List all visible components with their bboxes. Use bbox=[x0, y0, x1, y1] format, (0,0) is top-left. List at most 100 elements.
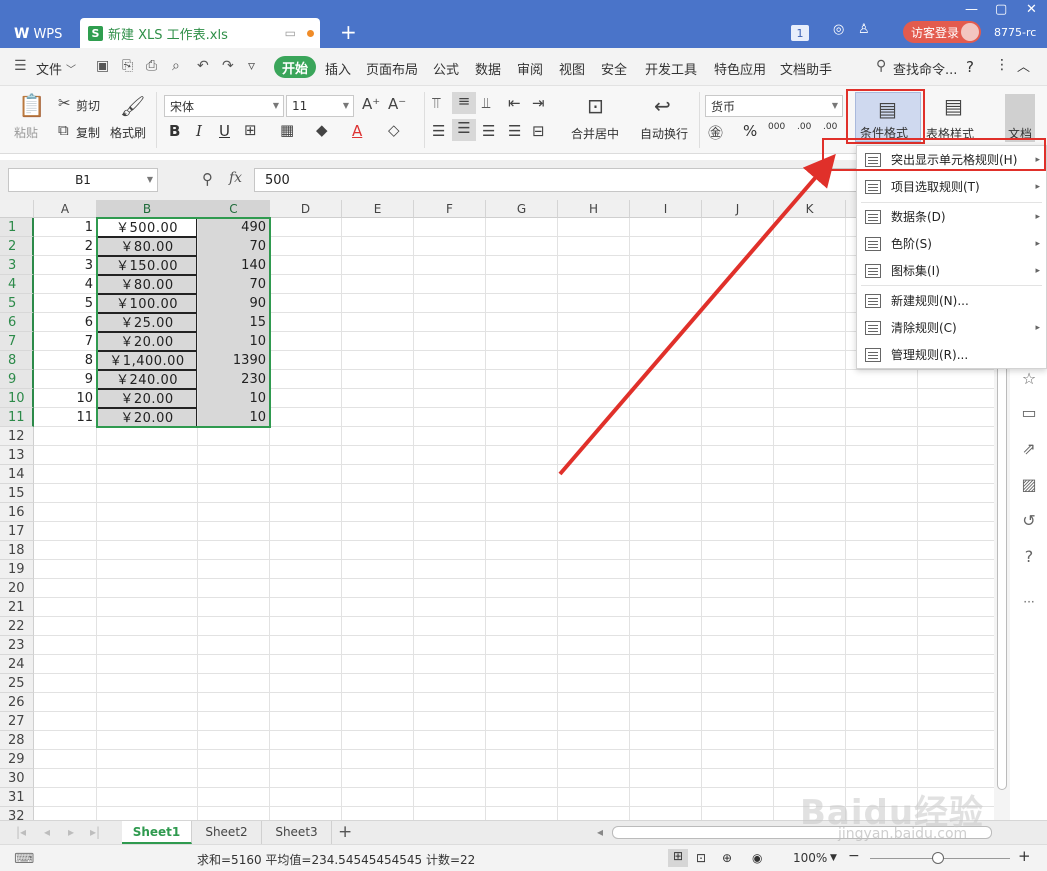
cell-c[interactable]: 230 bbox=[198, 370, 269, 389]
cell-b[interactable]: ￥80.00 bbox=[97, 275, 197, 294]
row-header[interactable]: 19 bbox=[0, 560, 34, 579]
cut-icon[interactable]: ✂ bbox=[58, 94, 71, 112]
skin-icon[interactable]: ◎ bbox=[833, 22, 844, 37]
column-header-e[interactable]: E bbox=[342, 200, 414, 218]
cell-b[interactable]: ￥1,400.00 bbox=[97, 351, 197, 370]
row-header[interactable]: 8 bbox=[0, 351, 34, 370]
wps-home-tab[interactable]: W WPS bbox=[4, 20, 76, 48]
row-header[interactable]: 24 bbox=[0, 655, 34, 674]
select-all-corner[interactable] bbox=[0, 200, 34, 218]
row-header[interactable]: 16 bbox=[0, 503, 34, 522]
cf-top-bottom-rules[interactable]: 项目选取规则(T) ▸ bbox=[857, 173, 1046, 200]
bold-button[interactable]: B bbox=[169, 122, 180, 140]
cell-b[interactable]: ￥150.00 bbox=[97, 256, 197, 275]
share-out-icon[interactable]: ⇗ bbox=[1018, 439, 1040, 461]
cf-new-rule[interactable]: 新建规则(N)... bbox=[857, 287, 1046, 314]
highlight-icon[interactable]: ◆ bbox=[316, 121, 328, 139]
cell-a[interactable]: 8 bbox=[34, 351, 96, 370]
tab-count-badge[interactable]: 1 bbox=[791, 25, 809, 41]
menu-data[interactable]: 数据 bbox=[475, 59, 501, 78]
cell-b[interactable]: ￥20.00 bbox=[97, 408, 197, 427]
row-header[interactable]: 10 bbox=[0, 389, 34, 408]
row-header[interactable]: 6 bbox=[0, 313, 34, 332]
cell-b[interactable]: ￥20.00 bbox=[97, 389, 197, 408]
row-header[interactable]: 25 bbox=[0, 674, 34, 693]
cell-b[interactable]: ￥100.00 bbox=[97, 294, 197, 313]
row-header[interactable]: 15 bbox=[0, 484, 34, 503]
tab-screen-icon[interactable]: ▭ bbox=[285, 26, 296, 40]
minimize-icon[interactable]: — bbox=[965, 2, 978, 17]
cell-c[interactable]: 70 bbox=[198, 275, 269, 294]
cell-a[interactable]: 7 bbox=[34, 332, 96, 351]
row-header[interactable]: 11 bbox=[0, 408, 34, 427]
distributed-icon[interactable]: ⊟ bbox=[532, 122, 545, 140]
row-header[interactable]: 1 bbox=[0, 218, 34, 237]
share-icon[interactable]: ⎘ bbox=[122, 58, 133, 74]
column-header-h[interactable]: H bbox=[558, 200, 630, 218]
align-right-icon[interactable]: ☰ bbox=[482, 122, 495, 140]
cf-color-scales[interactable]: 色阶(S) ▸ bbox=[857, 230, 1046, 257]
column-header-b[interactable]: B bbox=[97, 200, 198, 218]
row-header[interactable]: 21 bbox=[0, 598, 34, 617]
cell-c[interactable]: 10 bbox=[198, 408, 269, 427]
scroll-left-icon[interactable]: ◂ bbox=[597, 825, 603, 839]
border-icon[interactable]: ⊞ bbox=[244, 121, 257, 139]
column-header-a[interactable]: A bbox=[34, 200, 97, 218]
help-circle-icon[interactable]: ? bbox=[1018, 547, 1040, 569]
cf-icon-sets[interactable]: 图标集(I) ▸ bbox=[857, 257, 1046, 284]
add-sheet-button[interactable]: + bbox=[338, 822, 352, 842]
image-icon[interactable]: ▨ bbox=[1018, 475, 1040, 497]
star-icon[interactable]: ☆ bbox=[1018, 369, 1040, 391]
cell-b[interactable]: ￥25.00 bbox=[97, 313, 197, 332]
print-icon[interactable]: ⎙ bbox=[146, 58, 157, 74]
redo-icon[interactable]: ↷ bbox=[222, 58, 234, 74]
cell-a[interactable]: 1 bbox=[34, 218, 96, 237]
maximize-icon[interactable]: ▢ bbox=[995, 2, 1007, 17]
row-header[interactable]: 28 bbox=[0, 731, 34, 750]
font-name-select[interactable]: 宋体 ▼ bbox=[164, 95, 284, 117]
currency-icon[interactable]: ㊎ bbox=[708, 122, 723, 143]
cell-c[interactable]: 140 bbox=[198, 256, 269, 275]
menu-review[interactable]: 审阅 bbox=[517, 59, 543, 78]
cell-c[interactable]: 1390 bbox=[198, 351, 269, 370]
merge-center-button[interactable]: 合并居中 bbox=[571, 125, 619, 142]
help-icon[interactable]: ? bbox=[966, 58, 974, 76]
login-button[interactable]: 访客登录 bbox=[903, 21, 981, 43]
spreadsheet-grid[interactable]: A B C D E F G H I J K 1 2 3 4 5 6 7 8 9 10 11 12 13 1… bbox=[0, 200, 994, 820]
close-icon[interactable]: ✕ bbox=[1026, 2, 1037, 17]
menu-developer[interactable]: 开发工具 bbox=[645, 59, 697, 78]
zoom-dropdown-icon[interactable]: ▼ bbox=[830, 853, 837, 863]
row-header[interactable]: 12 bbox=[0, 427, 34, 446]
page-break-view-icon[interactable]: ⊡ bbox=[696, 851, 706, 865]
more-icon[interactable]: ⋮ bbox=[995, 57, 1009, 73]
table-style-icon[interactable]: ▤ bbox=[944, 94, 963, 118]
cell-b[interactable]: ￥240.00 bbox=[97, 370, 197, 389]
normal-view-icon[interactable]: ⊞ bbox=[668, 849, 688, 867]
cf-clear-rules[interactable]: 清除规则(C) ▸ bbox=[857, 314, 1046, 341]
copy-icon[interactable]: ⧉ bbox=[58, 121, 69, 139]
cell-a[interactable]: 4 bbox=[34, 275, 96, 294]
paste-button[interactable]: 粘贴 bbox=[14, 124, 38, 141]
decrease-font-icon[interactable]: A⁻ bbox=[388, 95, 406, 113]
italic-button[interactable]: I bbox=[196, 122, 202, 140]
search-icon[interactable]: ⚲ bbox=[876, 58, 886, 74]
undo-icon[interactable]: ↶ bbox=[197, 58, 209, 74]
increase-decimal-button[interactable]: .00 bbox=[797, 122, 811, 132]
more-dots-icon[interactable]: ··· bbox=[1018, 595, 1040, 617]
cf-data-bars[interactable]: 数据条(D) ▸ bbox=[857, 203, 1046, 230]
menu-view[interactable]: 视图 bbox=[559, 59, 585, 78]
cell-fill-icon[interactable]: ▦ bbox=[280, 121, 294, 139]
copy-button[interactable]: 复制 bbox=[76, 124, 100, 141]
zoom-slider-handle[interactable] bbox=[932, 852, 944, 864]
row-header[interactable]: 31 bbox=[0, 788, 34, 807]
column-header-d[interactable]: D bbox=[270, 200, 342, 218]
prev-sheet-icon[interactable]: ◂ bbox=[44, 825, 50, 839]
zoom-in-icon[interactable]: + bbox=[1018, 847, 1031, 865]
cell-c[interactable]: 10 bbox=[198, 332, 269, 351]
cell-c[interactable]: 490 bbox=[198, 218, 269, 237]
cell-c[interactable]: 15 bbox=[198, 313, 269, 332]
cell-c[interactable]: 10 bbox=[198, 389, 269, 408]
align-top-icon[interactable]: ⫪ bbox=[432, 94, 440, 112]
align-center-icon[interactable]: ☰ bbox=[452, 119, 476, 141]
last-sheet-icon[interactable]: ▸| bbox=[90, 825, 100, 839]
